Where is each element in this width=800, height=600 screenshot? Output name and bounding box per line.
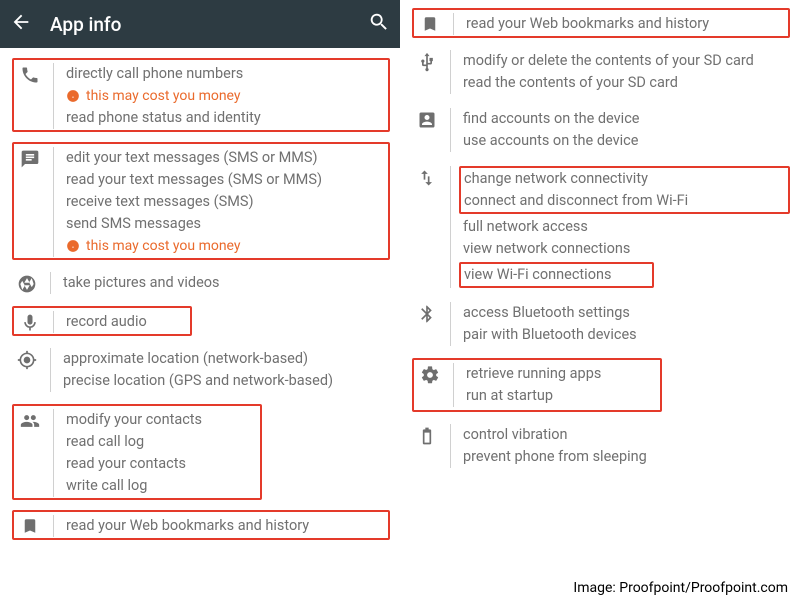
network-icon	[414, 166, 440, 188]
perm-item: full network access	[463, 216, 790, 238]
cost-warning: this may cost you money	[66, 85, 387, 107]
perm-item: read call log	[66, 431, 259, 453]
search-icon[interactable]	[368, 11, 390, 37]
highlight-box: modify your contacts read call log read …	[12, 404, 262, 500]
perm-item: read your contacts	[66, 453, 259, 475]
perm-group-bookmarks: read your Web bookmarks and history	[417, 13, 787, 35]
perm-group-network: change network connectivity connect and …	[414, 166, 790, 288]
back-icon[interactable]	[10, 11, 32, 37]
perm-item: use accounts on the device	[463, 130, 790, 152]
perm-item: read phone status and identity	[66, 107, 387, 129]
perm-item: take pictures and videos	[63, 272, 390, 294]
perm-item: receive text messages (SMS)	[66, 191, 387, 213]
perm-group-location: approximate location (network-based) pre…	[14, 348, 390, 392]
highlight-box: change network connectivity connect and …	[459, 166, 790, 214]
app-bar: App info	[0, 0, 400, 48]
account-icon	[414, 108, 440, 130]
perm-item: directly call phone numbers	[66, 63, 387, 85]
phone-icon	[17, 63, 43, 85]
perm-item: read your Web bookmarks and history	[466, 13, 787, 35]
highlight-box: read your Web bookmarks and history	[412, 8, 790, 38]
perm-item: record audio	[66, 311, 189, 333]
appbar-title: App info	[50, 13, 350, 36]
perm-item: modify your contacts	[66, 409, 259, 431]
highlight-box: directly call phone numbers this may cos…	[12, 58, 390, 132]
perm-item: control vibration	[463, 424, 790, 446]
perm-item: retrieve running apps	[466, 363, 659, 385]
perm-group-mic: record audio	[17, 311, 189, 333]
perm-group-camera: take pictures and videos	[14, 272, 390, 294]
perm-item: read your Web bookmarks and history	[66, 515, 387, 537]
perm-item: read your text messages (SMS or MMS)	[66, 169, 387, 191]
highlight-box: view Wi-Fi connections	[459, 262, 654, 288]
contacts-icon	[17, 409, 43, 431]
perm-item: view network connections	[463, 238, 790, 260]
perm-item: read the contents of your SD card	[463, 72, 790, 94]
perm-item: view Wi-Fi connections	[464, 264, 649, 286]
highlight-box: edit your text messages (SMS or MMS) rea…	[12, 142, 390, 260]
location-icon	[14, 348, 40, 370]
perm-group-bluetooth: access Bluetooth settings pair with Blue…	[414, 302, 790, 346]
perm-group-phone: directly call phone numbers this may cos…	[17, 63, 387, 129]
perm-item: access Bluetooth settings	[463, 302, 790, 324]
perm-item: write call log	[66, 475, 259, 497]
bookmark-icon	[417, 13, 443, 33]
perm-group-bookmarks: read your Web bookmarks and history	[17, 515, 387, 537]
mic-icon	[17, 311, 43, 333]
perm-item: modify or delete the contents of your SD…	[463, 50, 790, 72]
perm-group-running: retrieve running apps run at startup	[417, 363, 659, 407]
perm-item: prevent phone from sleeping	[463, 446, 790, 468]
perm-group-sms: edit your text messages (SMS or MMS) rea…	[17, 147, 387, 257]
highlight-box: read your Web bookmarks and history	[12, 510, 390, 540]
perm-item: send SMS messages	[66, 213, 387, 235]
perm-item: change network connectivity	[464, 168, 785, 190]
perm-item: find accounts on the device	[463, 108, 790, 130]
perm-item: pair with Bluetooth devices	[463, 324, 790, 346]
perm-item: precise location (GPS and network-based)	[63, 370, 390, 392]
highlight-box: retrieve running apps run at startup	[412, 358, 662, 412]
cost-warning: this may cost you money	[66, 235, 387, 257]
right-column: read your Web bookmarks and history modi…	[400, 0, 800, 600]
perm-group-storage: modify or delete the contents of your SD…	[414, 50, 790, 94]
bluetooth-icon	[414, 302, 440, 324]
camera-icon	[14, 272, 40, 294]
perm-item: edit your text messages (SMS or MMS)	[66, 147, 387, 169]
perm-item: connect and disconnect from Wi-Fi	[464, 190, 785, 212]
perm-item: run at startup	[466, 385, 659, 407]
highlight-box: record audio	[12, 306, 192, 336]
perm-item: approximate location (network-based)	[63, 348, 390, 370]
perm-group-battery: control vibration prevent phone from sle…	[414, 424, 790, 468]
gear-icon	[417, 363, 443, 385]
battery-icon	[414, 424, 440, 446]
perm-group-accounts: find accounts on the device use accounts…	[414, 108, 790, 152]
bookmark-icon	[17, 515, 43, 535]
left-column: App info directly call phone numbers thi…	[0, 0, 400, 600]
perm-group-contacts: modify your contacts read call log read …	[17, 409, 259, 497]
sms-icon	[17, 147, 43, 169]
usb-icon	[414, 50, 440, 72]
image-credit: Image: Proofpoint/Proofpoint.com	[573, 580, 788, 596]
